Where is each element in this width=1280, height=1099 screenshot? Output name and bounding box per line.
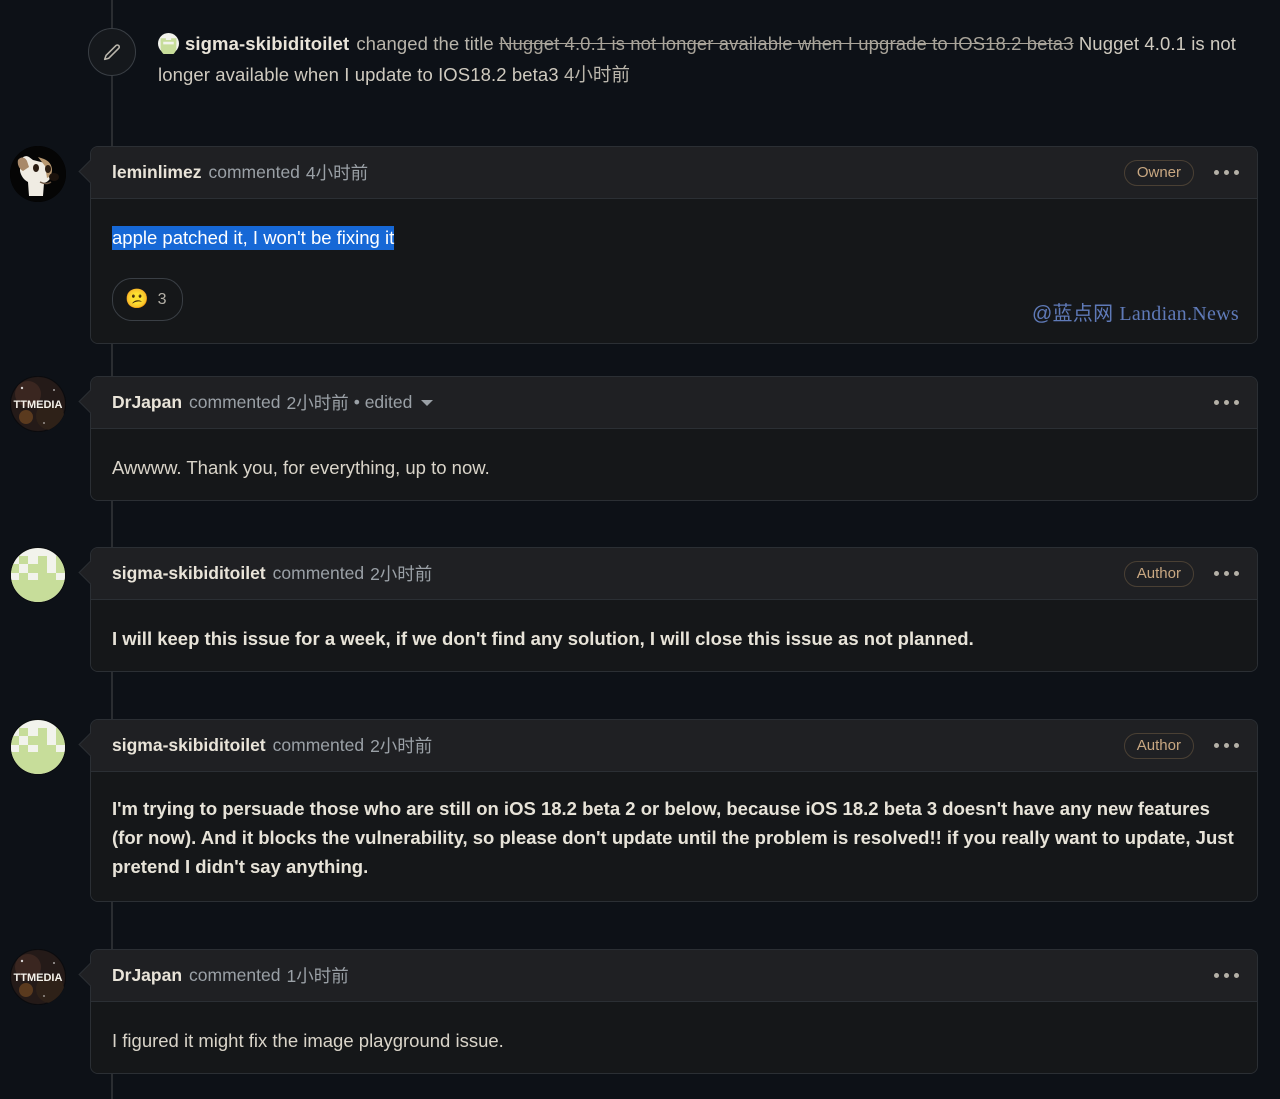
comment-author[interactable]: leminlimez [112,162,201,183]
ttmedia-avatar[interactable]: TTMEDIA [10,376,66,432]
comment-author[interactable]: DrJapan [112,965,182,986]
comment-timestamp: 2小时前 [370,564,433,584]
event-timestamp: 4小时前 [563,64,631,85]
comment-author[interactable]: sigma-skibiditoilet [112,563,266,584]
kebab-menu-icon[interactable] [1210,164,1243,181]
status-badge-author: Author [1123,732,1194,759]
comment-header: DrJapan commented 1小时前 [91,950,1257,1002]
svg-text:TTMEDIA: TTMEDIA [14,399,63,411]
comment-timestamp: 1小时前 [286,966,349,986]
comment-text: I figured it might fix the image playgro… [112,1030,504,1051]
selected-text: apple patched it, I won't be fixing it [112,226,395,250]
comment-header: leminlimez commented 4小时前 Owner [91,147,1257,199]
comment-header: sigma-skibiditoilet commented 2小时前 Autho… [91,720,1257,772]
watermark: @蓝点网 Landian.News [1032,300,1239,329]
comment-bubble: DrJapan commented 2小时前 • edited Awwww. T… [90,376,1258,501]
watermark-cn: @蓝点网 [1031,303,1114,325]
svg-text:TTMEDIA: TTMEDIA [14,972,63,984]
watermark-latin: Landian.News [1119,303,1239,325]
issue-thread-page: sigma-skibiditoilet changed the title Nug… [0,0,1280,1099]
comment-body: I will keep this issue for a week, if we… [91,600,1257,671]
comment-bubble: sigma-skibiditoilet commented 2小时前 Autho… [90,719,1258,902]
comment-action: commented [189,392,281,412]
comment-bubble: leminlimez commented 4小时前 Owner apple pa… [90,146,1258,344]
event-actor-name[interactable]: sigma-skibiditoilet [185,33,349,54]
status-badge-owner: Owner [1123,159,1194,186]
comment-body: apple patched it, I won't be fixing it 😕… [91,199,1257,343]
actor-avatar [158,32,179,56]
edited-dropdown[interactable]: • edited [354,392,434,413]
confused-reaction[interactable]: 😕 3 [112,278,183,321]
comment-body: Awwww. Thank you, for everything, up to … [91,429,1257,500]
dog-avatar[interactable] [10,146,66,202]
comment-timestamp: 4小时前 [305,163,369,183]
chevron-down-icon [421,399,434,406]
pixel-green-avatar[interactable] [10,547,66,603]
comment-body: I figured it might fix the image playgro… [91,1002,1257,1073]
kebab-menu-icon[interactable] [1210,394,1243,411]
comment-bubble: sigma-skibiditoilet commented 2小时前 Autho… [90,547,1258,672]
comment-header: DrJapan commented 2小时前 • edited [91,377,1257,429]
comment-header: sigma-skibiditoilet commented 2小时前 Autho… [91,548,1257,600]
confused-emoji-icon: 😕 [125,289,149,310]
ttmedia-avatar[interactable]: TTMEDIA [10,949,66,1005]
status-badge-author: Author [1123,560,1194,587]
comment-timestamp: 2小时前 [286,393,349,413]
reaction-count: 3 [157,291,167,308]
comment-text: I'm trying to persuade those who are sti… [112,798,1234,877]
comment-text: apple patched it, I won't be fixing it [112,223,1236,252]
comment-author[interactable]: sigma-skibiditoilet [112,735,266,756]
event-action-text: changed the title [356,33,494,54]
kebab-menu-icon[interactable] [1210,737,1243,754]
comment-action: commented [208,162,300,182]
timeline-event-title-change: sigma-skibiditoilet changed the title Nug… [0,28,1280,90]
pencil-icon [88,28,136,76]
comment-action: commented [189,965,281,985]
comment-text: I will keep this issue for a week, if we… [112,628,974,649]
kebab-menu-icon[interactable] [1210,967,1243,984]
comment-action: commented [272,563,365,583]
comment-text: Awwww. Thank you, for everything, up to … [112,457,490,478]
pixel-green-avatar[interactable] [10,719,66,775]
comment-bubble: DrJapan commented 1小时前 I figured it migh… [90,949,1258,1074]
kebab-menu-icon[interactable] [1210,565,1243,582]
edited-label: • edited [353,392,413,412]
comment-body: I'm trying to persuade those who are sti… [91,772,1257,901]
comment-timestamp: 2小时前 [370,736,433,756]
event-old-title: Nugget 4.0.1 is not longer available whe… [499,33,1074,54]
timeline-event-text: sigma-skibiditoilet changed the title Nug… [158,28,1256,90]
comment-action: commented [272,735,365,755]
comment-author[interactable]: DrJapan [112,392,182,413]
